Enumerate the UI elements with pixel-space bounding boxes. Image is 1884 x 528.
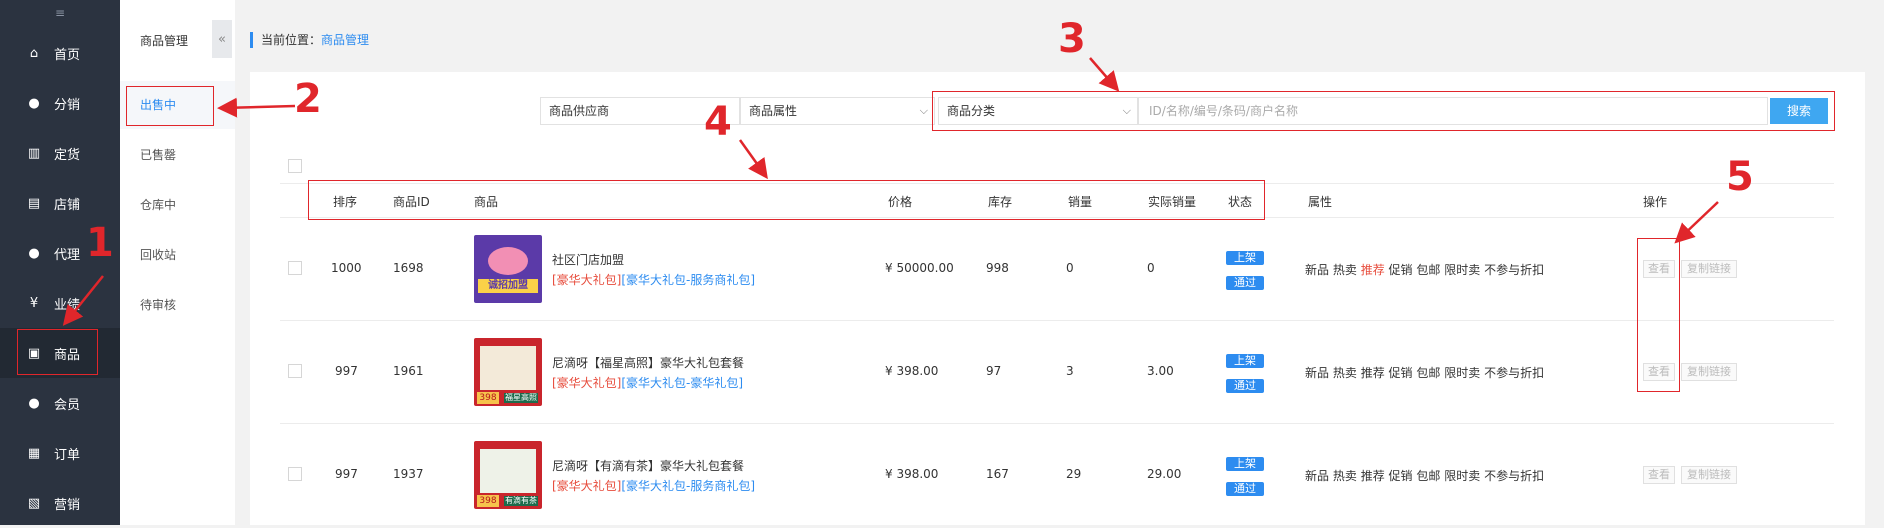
arrow-to-search (1089, 57, 1120, 92)
arrow-to-goods (62, 275, 104, 326)
arrow-to-headers (738, 139, 768, 180)
arrow-to-view (1674, 201, 1719, 244)
annotation-arrows (62, 57, 1719, 326)
arrow-to-on-sale (217, 97, 296, 118)
